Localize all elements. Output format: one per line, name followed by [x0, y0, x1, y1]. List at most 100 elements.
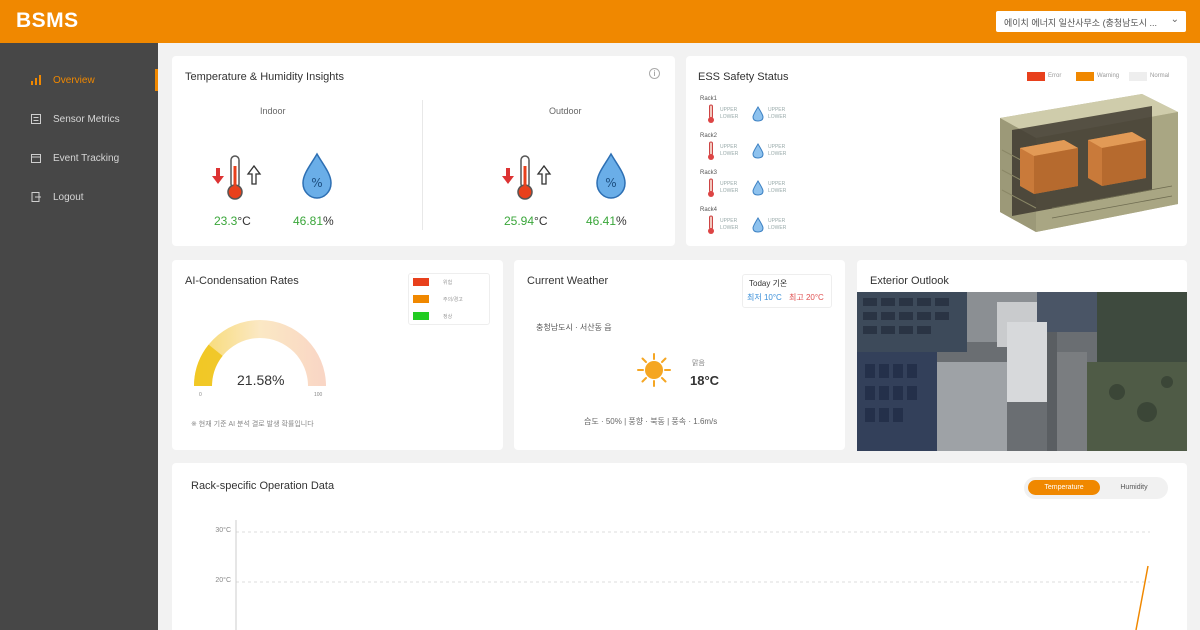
outdoor-temperature-value: 25.94	[504, 214, 535, 228]
upper-label: UPPER	[720, 218, 738, 224]
humidity-unit: %	[323, 214, 334, 228]
weather-location: 충청남도시 · 서산동 읍	[536, 323, 612, 332]
lower-label: LOWER	[720, 225, 739, 231]
rack-humidity-status: UPPER LOWER	[768, 181, 786, 195]
site-selector[interactable]: 에이치 에너지 일산사무소 (충청남도시 ... ⌄	[996, 11, 1186, 32]
rack-label: Rack4	[700, 207, 718, 213]
chart-icon	[30, 74, 42, 86]
sidebar-item-label: Logout	[53, 192, 84, 203]
toggle-temperature[interactable]: Temperature	[1028, 480, 1100, 495]
site-selector-value: 에이치 에너지 일산사무소 (충청남도시 ...	[1004, 18, 1157, 28]
weather-stats: 습도 · 50% | 풍향 · 북동 | 풍속 · 1.6m/s	[584, 417, 718, 426]
rack-thermometer-icon	[708, 141, 714, 160]
sidebar-item-label: Overview	[53, 75, 95, 86]
divider	[422, 100, 423, 230]
outdoor-humidity: 46.41%	[586, 214, 627, 228]
logout-icon	[30, 191, 42, 203]
list-icon	[30, 113, 42, 125]
indoor-temperature-value: 23.3	[214, 214, 238, 228]
indoor-label: Indoor	[260, 106, 286, 116]
y-tick-label: 30°C	[215, 527, 231, 534]
upper-label: UPPER	[768, 218, 786, 224]
lower-label: LOWER	[768, 225, 787, 231]
legend-label-normal: 정상	[443, 314, 453, 320]
sidebar-item-event-tracking[interactable]: Event Tracking	[0, 149, 158, 169]
today-label: Today 기온	[749, 279, 788, 288]
condensation-note: ※ 현재 기준 AI 분석 결로 발생 확률입니다	[191, 421, 314, 428]
today-temperature-box: Today 기온 최저 10°C 최고 20°C	[742, 274, 832, 308]
lower-label: LOWER	[768, 188, 787, 194]
ess-safety-card: ESS Safety Status Error Warning Normal R…	[686, 56, 1187, 246]
rack-chart-plot	[235, 520, 1150, 630]
y-tick-label: 20°C	[215, 577, 231, 584]
satellite-map	[857, 292, 1187, 451]
svg-text:%: %	[311, 176, 322, 190]
legend-label-danger: 위험	[443, 280, 453, 286]
indoor-humidity-value: 46.81	[293, 214, 324, 228]
condensation-legend: 위험 주의/경고 정상	[408, 273, 490, 325]
legend-label-normal: Normal	[1150, 73, 1170, 79]
gauge-min-label: 0	[199, 392, 202, 398]
sun-icon	[637, 353, 671, 387]
sidebar-item-label: Event Tracking	[53, 153, 120, 164]
rack-humidity-icon	[752, 180, 764, 196]
rack-humidity-icon	[752, 143, 764, 159]
sidebar-item-sensor-metrics[interactable]: Sensor Metrics	[0, 110, 158, 130]
condensation-value: 21.58%	[237, 372, 285, 388]
card-title: ESS Safety Status	[698, 71, 789, 83]
chevron-down-icon: ⌄	[1170, 14, 1179, 25]
outdoor-humidity-value: 46.41	[586, 214, 617, 228]
rack-humidity-icon	[752, 217, 764, 233]
lower-label: LOWER	[768, 151, 787, 157]
temp-unit: °C	[237, 214, 251, 228]
sidebar-item-label: Sensor Metrics	[53, 114, 120, 125]
today-low-temp: 최저 10°C	[747, 293, 782, 302]
weather-temperature: 18°C	[690, 373, 720, 388]
lower-label: LOWER	[720, 151, 739, 157]
rack-label: Rack1	[700, 96, 718, 102]
upper-label: UPPER	[768, 144, 786, 150]
upper-label: UPPER	[768, 107, 786, 113]
indoor-humidity: 46.81%	[293, 214, 334, 228]
temperature-series-line	[1135, 565, 1149, 630]
legend-swatch-danger	[413, 278, 429, 286]
calendar-icon	[30, 152, 42, 164]
help-icon[interactable]: i	[649, 68, 660, 79]
humidity-drop-icon: %	[302, 152, 332, 199]
top-bar: BSMS 에이치 에너지 일산사무소 (충청남도시 ... ⌄	[0, 0, 1200, 43]
rack-temp-status: UPPER LOWER	[720, 144, 738, 158]
lower-label: LOWER	[768, 114, 787, 120]
rack-label: Rack2	[700, 133, 718, 139]
rack-temp-status: UPPER LOWER	[720, 218, 738, 232]
indoor-temperature: 23.3°C	[214, 214, 251, 228]
upper-label: UPPER	[720, 181, 738, 187]
rack-humidity-status: UPPER LOWER	[768, 218, 786, 232]
legend-swatch-error	[1027, 72, 1045, 81]
rack-temp-status: UPPER LOWER	[720, 181, 738, 195]
sidebar-item-logout[interactable]: Logout	[0, 188, 158, 208]
sidebar: Overview Sensor Metrics Event Tracking L…	[0, 43, 158, 630]
sidebar-item-overview[interactable]: Overview	[0, 69, 158, 91]
temp-humidity-card: Temperature & Humidity Insights i Indoor…	[172, 56, 675, 246]
lower-label: LOWER	[720, 188, 739, 194]
card-title: Temperature & Humidity Insights	[185, 71, 344, 83]
card-title: AI-Condensation Rates	[185, 275, 299, 287]
today-high-temp: 최고 20°C	[789, 293, 824, 302]
metric-toggle: Temperature Humidity	[1024, 477, 1168, 499]
rack-temp-status: UPPER LOWER	[720, 107, 738, 121]
card-title: Exterior Outlook	[870, 275, 949, 287]
legend-swatch-warning	[413, 295, 429, 303]
upper-label: UPPER	[768, 181, 786, 187]
app-logo[interactable]: BSMS	[16, 9, 79, 33]
rack-thermometer-icon	[708, 215, 714, 234]
legend-label-warning: 주의/경고	[443, 297, 463, 303]
temp-unit: °C	[534, 214, 548, 228]
humidity-drop-icon: %	[596, 152, 626, 199]
gauge-max-label: 100	[314, 392, 323, 398]
weather-condition: 맑음	[692, 360, 705, 367]
satellite-image[interactable]	[857, 292, 1187, 451]
legend-label-error: Error	[1048, 73, 1062, 79]
thermometer-icon	[502, 155, 552, 200]
rack-thermometer-icon	[708, 178, 714, 197]
toggle-humidity[interactable]: Humidity	[1104, 480, 1164, 495]
